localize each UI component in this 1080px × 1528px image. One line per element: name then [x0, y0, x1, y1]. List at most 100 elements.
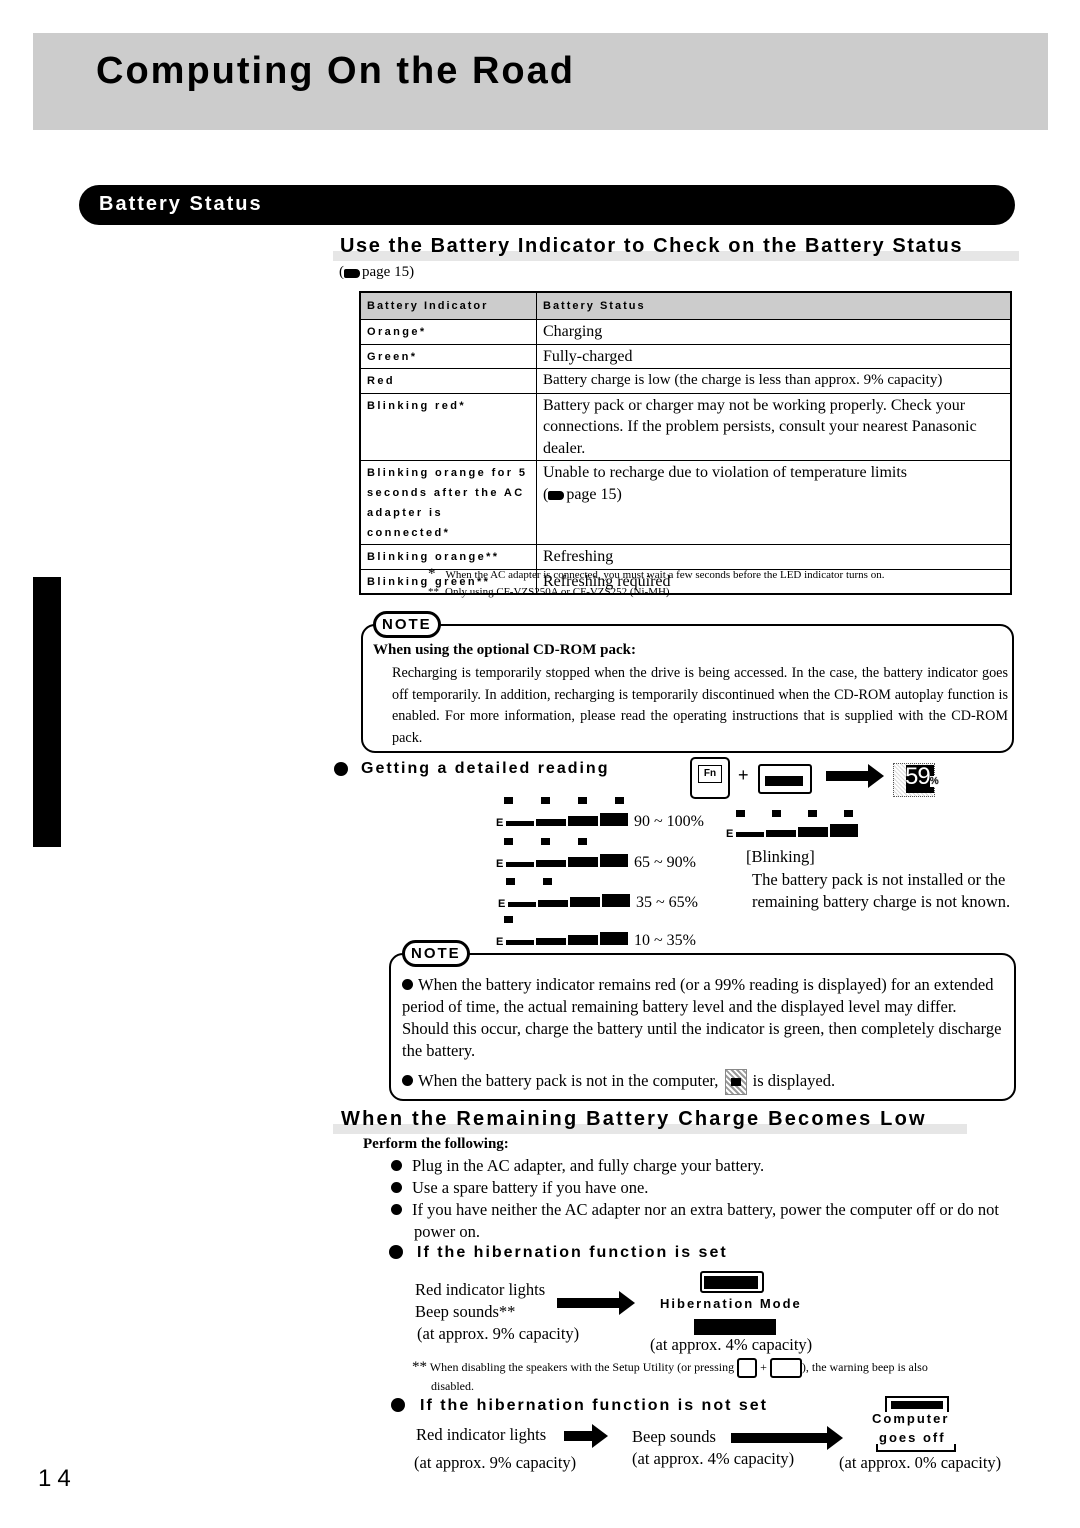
bullet-icon [391, 1203, 402, 1215]
step3-line2: goes off [879, 1430, 946, 1445]
computer-off-icon [885, 1396, 949, 1412]
arrow-icon [826, 764, 884, 788]
gauge-segment [538, 900, 568, 907]
blinking-led [844, 810, 853, 817]
header-battery-indicator: Battery Indicator [359, 291, 537, 320]
note-badge: NOTE [402, 940, 470, 967]
page-title: Computing On the Road [96, 50, 575, 92]
blinking-label: [Blinking] [746, 847, 815, 866]
gauge-led [504, 797, 513, 804]
display-digits: 59 [905, 763, 931, 790]
battery-gauge-icon: E 90 ~ 100% [496, 797, 704, 830]
battery-key-icon [758, 764, 812, 794]
blinking-led [772, 810, 781, 817]
gauge-segment [506, 940, 534, 945]
table-row: Orange* Charging [359, 319, 1012, 345]
gauge-e-label: E [726, 828, 734, 840]
hibernation-top-icon [690, 1267, 770, 1293]
gauge-segment [736, 832, 764, 837]
hibernation-set-heading: If the hibernation function is set [417, 1244, 728, 1261]
low-charge-bullets: Plug in the AC adapter, and fully charge… [391, 1155, 1023, 1243]
page-reference[interactable]: (page 15) [543, 486, 622, 503]
pointing-hand-icon [548, 491, 565, 501]
hibernation-mode-label: Hibernation Mode [660, 1296, 802, 1311]
fn-key-icon: Fn [690, 757, 730, 799]
gauge-segment [536, 860, 566, 867]
list-item: If you have neither the AC adapter nor a… [391, 1199, 1023, 1243]
footnote-mark: * [428, 566, 436, 582]
fn-key-icon [737, 1358, 758, 1378]
bullet-icon [402, 978, 413, 990]
hibernation-bottom-icon [694, 1319, 776, 1335]
status-cell: Unable to recharge due to violation of t… [536, 460, 1012, 545]
gauge-e-label: E [496, 858, 504, 870]
footnote-mark: ** [412, 1358, 427, 1375]
gauge-e-label: E [496, 936, 504, 948]
list-item-text: Plug in the AC adapter, and fully charge… [412, 1156, 765, 1175]
plus-sign: + [738, 765, 749, 785]
gauge-segment [506, 862, 534, 867]
step2-capacity: (at approx. 4% capacity) [632, 1449, 795, 1468]
indicator-cell: Blinking orange for 5 seconds after the … [359, 460, 537, 545]
page-ref-text: page 15 [362, 264, 410, 280]
gauge-segment [600, 932, 628, 945]
table-header-row: Battery Indicator Battery Status [359, 291, 1012, 320]
bullet-icon [334, 762, 348, 776]
indicator-heading: Use the Battery Indicator to Check on th… [340, 235, 964, 257]
blinking-led [736, 810, 745, 817]
gauge-segment [568, 857, 598, 867]
gauge-segment [766, 830, 796, 837]
gauge-segment [506, 821, 534, 826]
header-battery-status: Battery Status [536, 291, 1012, 320]
note-bullet-text: When the battery pack is not in the comp… [418, 1070, 719, 1090]
pointing-hand-icon [344, 269, 360, 279]
table-row: Red Battery charge is low (the charge is… [359, 368, 1012, 394]
side-tab [33, 577, 61, 847]
status-text: Unable to recharge due to violation of t… [543, 464, 908, 481]
gauge-led [615, 797, 624, 804]
gauge-segment [600, 813, 628, 826]
page-ref-text: page 15 [566, 485, 617, 503]
indicator-cell: Blinking red* [359, 392, 537, 461]
footnote-1: * When the AC adapter is connected, you m… [428, 566, 884, 583]
battery-key-glyph [765, 776, 803, 786]
blinking-led [808, 810, 817, 817]
gauge-led [541, 838, 550, 845]
gauge-e-label: E [496, 817, 504, 829]
bullet-icon [402, 1074, 413, 1086]
condition-line: Red indicator lights [415, 1280, 546, 1299]
list-item-text: If you have neither the AC adapter nor a… [412, 1200, 999, 1241]
condition-line: Beep sounds** [415, 1302, 516, 1321]
gauge-segment [568, 935, 598, 945]
note-bullet-suffix: is displayed. [752, 1070, 836, 1090]
footnote-text: When disabling the speakers with the Set… [429, 1359, 735, 1374]
gauge-led [506, 878, 515, 885]
table-row: Blinking orange for 5 seconds after the … [359, 460, 1012, 545]
gauge-segment [600, 854, 628, 867]
computer-off-base-icon [876, 1444, 956, 1452]
note-badge: NOTE [373, 611, 441, 638]
arrow-icon [564, 1424, 608, 1448]
page-number: 14 [38, 1465, 77, 1492]
gauge-level-label: 65 ~ 90% [634, 854, 696, 871]
gauge-segment [536, 819, 566, 826]
list-item: Use a spare battery if you have one. [391, 1177, 1023, 1199]
step1-label: Red indicator lights [416, 1425, 547, 1444]
note-heading: When using the optional CD-ROM pack: [373, 642, 636, 658]
step3-capacity: (at approx. 0% capacity) [839, 1453, 1002, 1472]
indicator-cell: Green* [359, 343, 537, 369]
footnote-mark: ** [428, 586, 439, 598]
footnote-text: Only using CF-VZS250A or CF-VZS252 (Ni-M… [445, 586, 673, 598]
gauge-level-label: 10 ~ 35% [634, 932, 696, 949]
gauge-led [543, 878, 552, 885]
footnote-text-line2: disabled. [431, 1379, 474, 1393]
low-charge-heading: When the Remaining Battery Charge Become… [341, 1108, 927, 1130]
footnote-text: When the AC adapter is connected, you mu… [445, 569, 885, 581]
page-reference[interactable]: (page 15) [339, 264, 414, 281]
table-row: Green* Fully-charged [359, 343, 1012, 369]
battery-gauge-icon: E 35 ~ 65% [498, 878, 698, 911]
gauge-led [504, 916, 513, 923]
gauge-led [578, 797, 587, 804]
footnote-2: ** Only using CF-VZS250A or CF-VZS252 (Ni… [428, 586, 672, 598]
no-battery-icon [724, 1069, 747, 1095]
